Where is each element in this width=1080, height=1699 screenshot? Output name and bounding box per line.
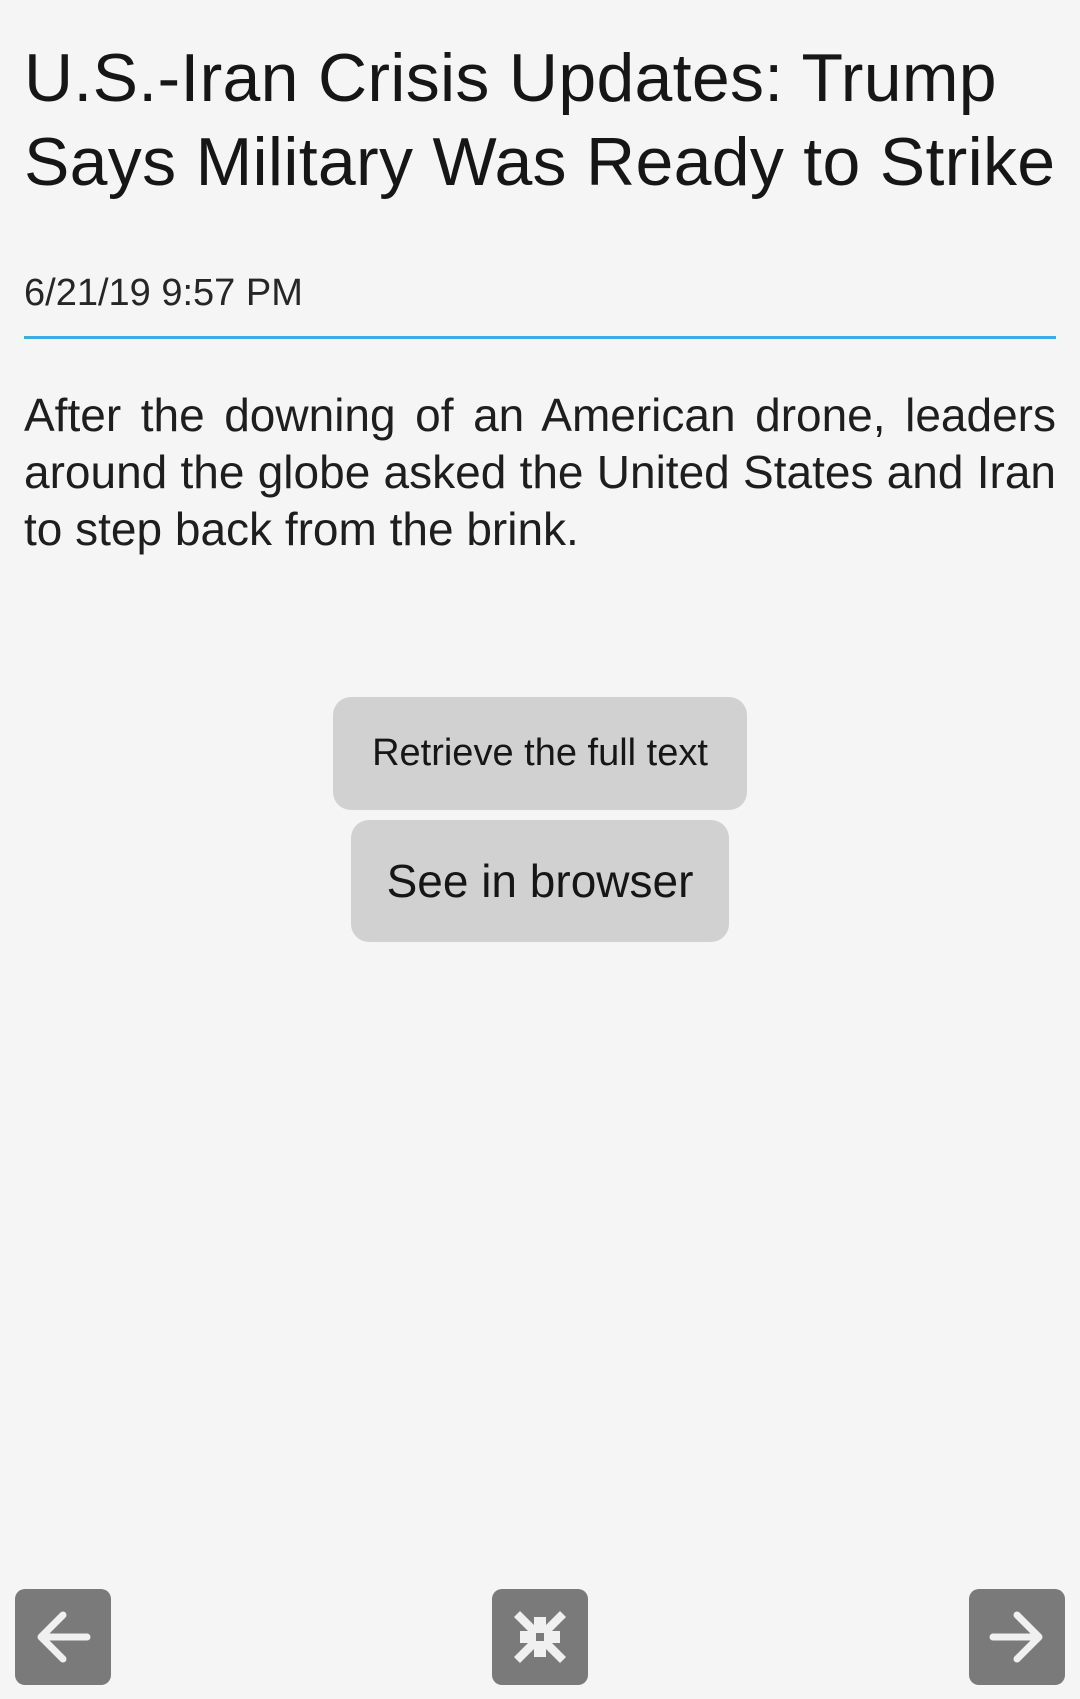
retrieve-full-text-button[interactable]: Retrieve the full text xyxy=(333,697,747,810)
article-date: 6/21/19 9:57 PM xyxy=(24,272,303,314)
arrow-left-icon xyxy=(37,1611,91,1663)
title-divider xyxy=(24,336,1056,339)
previous-article-button[interactable] xyxy=(15,1589,111,1685)
next-article-button[interactable] xyxy=(969,1589,1065,1685)
see-in-browser-button[interactable]: See in browser xyxy=(351,820,729,942)
exit-fullscreen-button[interactable] xyxy=(492,1589,588,1685)
arrow-right-icon xyxy=(989,1611,1043,1663)
article-summary: After the downing of an American drone, … xyxy=(24,389,1056,555)
article-title: U.S.-Iran Crisis Updates: Trump Says Mil… xyxy=(24,40,1056,200)
article: U.S.-Iran Crisis Updates: Trump Says Mil… xyxy=(24,36,1056,604)
collapse-arrows-icon xyxy=(514,1611,566,1663)
